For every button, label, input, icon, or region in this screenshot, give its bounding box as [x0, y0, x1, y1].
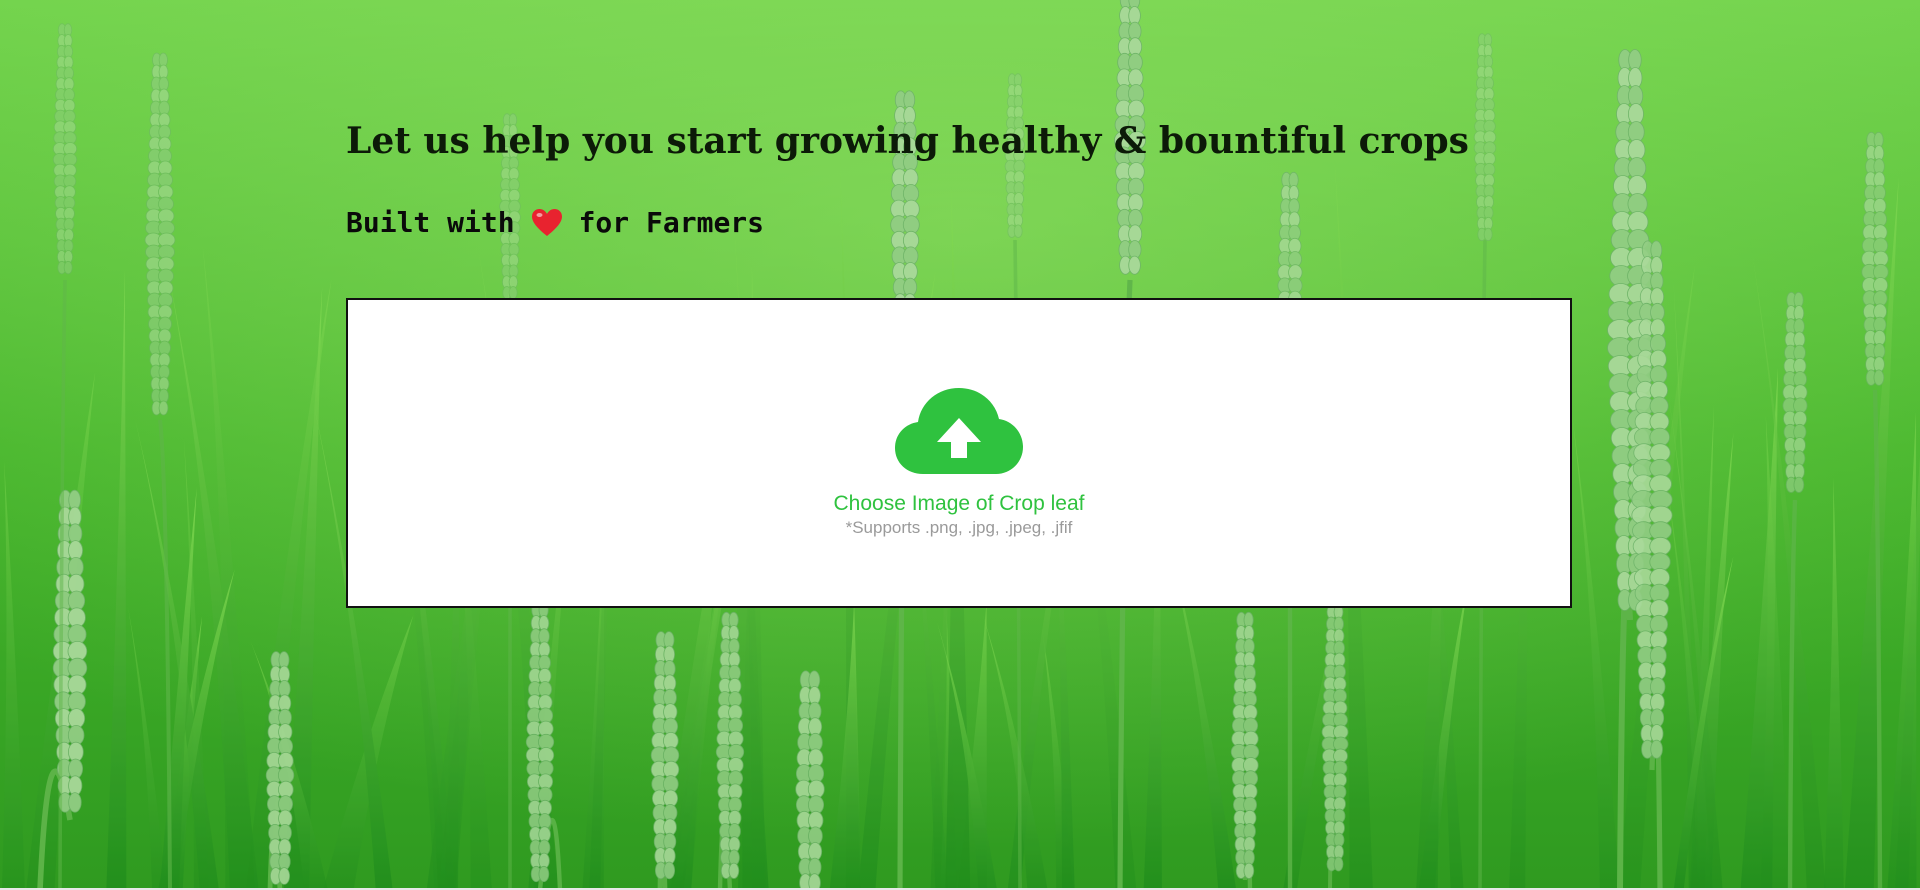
upload-prompt: Choose Image of Crop leaf *Supports .png… [348, 388, 1570, 538]
page-headline: Let us help you start growing healthy & … [346, 120, 1469, 162]
upload-label: Choose Image of Crop leaf [833, 492, 1085, 515]
heart-icon [531, 208, 562, 236]
tagline-suffix: for Farmers [578, 206, 765, 239]
upload-format-hint: *Supports .png, .jpg, .jpeg, .jfif [845, 518, 1073, 537]
cloud-upload-icon [895, 388, 1023, 474]
tagline: Built with for Farmers [346, 206, 764, 239]
image-upload-dropzone[interactable]: Choose Image of Crop leaf *Supports .png… [346, 298, 1572, 608]
main-content: Let us help you start growing healthy & … [346, 0, 1574, 890]
tagline-prefix: Built with [346, 206, 515, 239]
